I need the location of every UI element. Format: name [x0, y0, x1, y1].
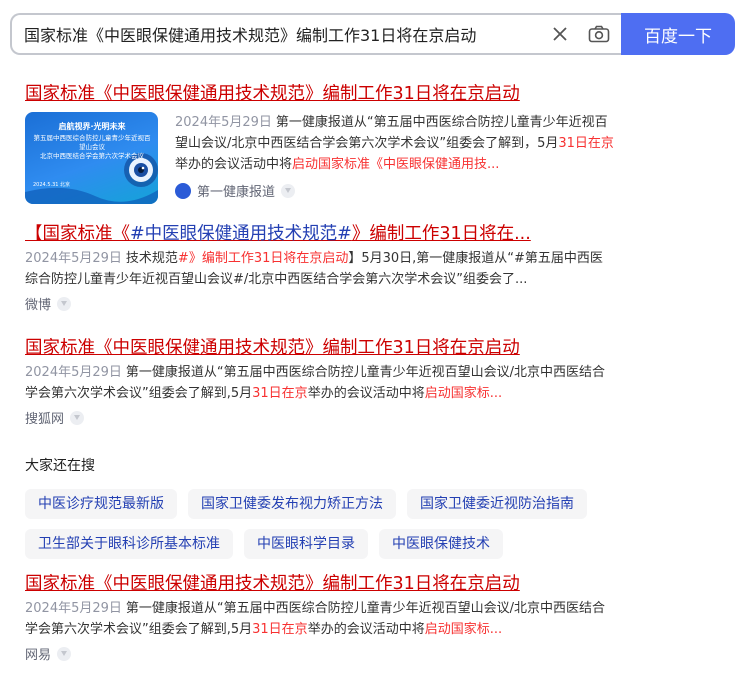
result-snippet: 2024年5月29日 第一健康报道从“第五届中西医综合防控儿童青少年近视百望山会议… — [25, 365, 606, 401]
result-source: 搜狐网 — [25, 408, 615, 427]
related-searches: 大家还在搜 中医诊疗规范最新版 国家卫健委发布视力矫正方法 国家卫健委近视防治指… — [25, 455, 625, 559]
result-item: 国家标准《中医眼保健通用技术规范》编制工作31日将在京启动 2024年5月29日… — [25, 336, 615, 427]
related-chip-list: 中医诊疗规范最新版 国家卫健委发布视力矫正方法 国家卫健委近视防治指南 卫生部关… — [25, 489, 625, 559]
result-body: 2024年5月29日 第一健康报道从“第五届中西医综合防控儿童青少年近视百望山会议… — [175, 112, 615, 200]
result-date: 2024年5月29日 — [175, 115, 272, 130]
result-thumbnail[interactable]: 启航视界·光明未来 第五届中西医综合防控儿童青少年近视百望山会议 北京中西医结合… — [25, 112, 158, 204]
thumbnail-caption: 启航视界·光明未来 第五届中西医综合防控儿童青少年近视百望山会议 北京中西医结合… — [33, 122, 151, 188]
search-button[interactable]: 百度一下 — [621, 13, 735, 55]
result-snippet: 2024年5月29日 技术规范#》编制工作31日将在京启动】5月30日,第一健康报… — [25, 251, 603, 287]
result-snippet: 2024年5月29日 第一健康报道从“第五届中西医综合防控儿童青少年近视百望山会议… — [25, 601, 606, 637]
search-input[interactable] — [24, 24, 543, 44]
source-dropdown-icon[interactable] — [281, 183, 296, 198]
related-chip[interactable]: 中医诊疗规范最新版 — [25, 489, 177, 519]
related-chip[interactable]: 卫生部关于眼科诊所基本标准 — [25, 529, 233, 559]
result-title[interactable]: 国家标准《中医眼保健通用技术规范》编制工作31日将在京启动 — [25, 82, 615, 106]
clear-icon[interactable] — [543, 17, 577, 51]
result-date: 2024年5月29日 — [25, 365, 122, 380]
search-box — [10, 13, 621, 55]
related-chip[interactable]: 国家卫健委发布视力矫正方法 — [188, 489, 396, 519]
related-chip[interactable]: 中医眼科学目录 — [244, 529, 368, 559]
result-item: 国家标准《中医眼保健通用技术规范》编制工作31日将在京启动 启航视界·光明未来 … — [25, 82, 615, 204]
source-logo-icon — [175, 182, 191, 199]
source-dropdown-icon[interactable] — [57, 646, 72, 661]
result-date: 2024年5月29日 — [25, 251, 122, 266]
result-title[interactable]: 【国家标准《#中医眼保健通用技术规范#》编制工作31日将在... — [25, 222, 615, 246]
result-date: 2024年5月29日 — [25, 601, 122, 616]
result-item: 国家标准《中医眼保健通用技术规范》编制工作31日将在京启动 2024年5月29日… — [25, 572, 615, 663]
result-item: 【国家标准《#中医眼保健通用技术规范#》编制工作31日将在... 2024年5月… — [25, 222, 615, 313]
result-title[interactable]: 国家标准《中医眼保健通用技术规范》编制工作31日将在京启动 — [25, 572, 615, 596]
result-source: 第一健康报道 — [175, 181, 615, 200]
camera-icon[interactable] — [577, 17, 621, 51]
related-chip[interactable]: 中医眼保健技术 — [379, 529, 503, 559]
result-source: 微博 — [25, 294, 615, 313]
related-heading: 大家还在搜 — [25, 458, 95, 474]
source-dropdown-icon[interactable] — [70, 410, 85, 425]
result-title[interactable]: 国家标准《中医眼保健通用技术规范》编制工作31日将在京启动 — [25, 336, 615, 360]
related-chip[interactable]: 国家卫健委近视防治指南 — [407, 489, 587, 519]
result-source: 网易 — [25, 644, 615, 663]
source-dropdown-icon[interactable] — [57, 296, 72, 311]
search-bar: 百度一下 — [10, 13, 735, 55]
result-snippet: 2024年5月29日 第一健康报道从“第五届中西医综合防控儿童青少年近视百望山会议… — [175, 115, 614, 172]
